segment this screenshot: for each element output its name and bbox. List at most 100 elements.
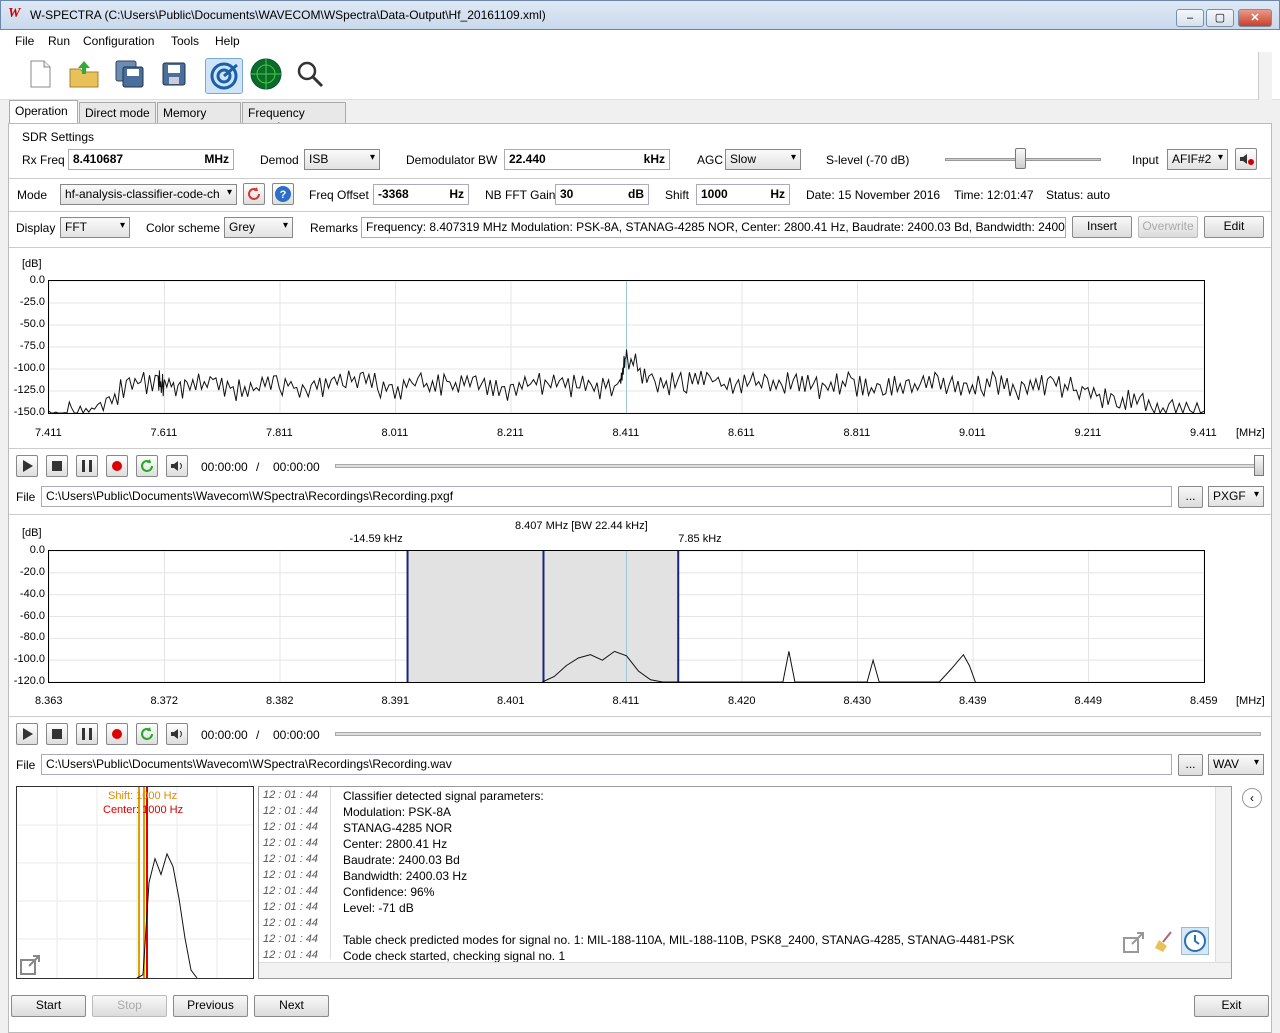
minimize-button[interactable]: – <box>1176 9 1204 27</box>
exit-button[interactable]: Exit <box>1194 995 1269 1017</box>
freq-offset-field[interactable]: -3368 Hz <box>373 184 469 205</box>
log-message: Level: -71 dB <box>343 901 414 915</box>
popout-icon[interactable] <box>19 954 41 979</box>
player1-file-path[interactable]: C:\Users\Public\Documents\Wavecom\WSpect… <box>41 486 1172 507</box>
player2-format-select[interactable]: WAV <box>1208 754 1264 775</box>
loop-icon[interactable] <box>136 455 158 477</box>
player1-browse-button[interactable]: ... <box>1178 486 1203 508</box>
color-scheme-select[interactable]: Grey <box>224 217 293 238</box>
wideband-spectrum-plot[interactable] <box>48 280 1205 414</box>
band-right-edge-label: 7.85 kHz <box>678 533 722 545</box>
input-label: Input <box>1132 153 1159 167</box>
timestamp-clock-icon[interactable] <box>1181 927 1209 955</box>
narrowband-spectrum-plot[interactable] <box>48 550 1205 683</box>
toolbar-scrollbar[interactable] <box>1258 52 1272 100</box>
stop-icon[interactable] <box>46 723 68 745</box>
overwrite-button[interactable]: Overwrite <box>1138 216 1198 238</box>
y-tick-label: -60.0 <box>19 609 45 622</box>
collapse-chevron-left-icon[interactable]: ‹ <box>1242 788 1262 808</box>
maximize-button[interactable]: ▢ <box>1206 9 1234 27</box>
log-timestamp: 12 : 01 : 44 <box>263 869 319 881</box>
menu-file[interactable]: File <box>15 34 34 48</box>
help-icon[interactable]: ? <box>272 183 294 205</box>
time-text: Time: 12:01:47 <box>954 188 1034 202</box>
player2-file-path[interactable]: C:\Users\Public\Documents\Wavecom\WSpect… <box>41 754 1172 775</box>
pause-icon[interactable] <box>76 455 98 477</box>
wideband-spectrum-svg <box>49 281 1204 413</box>
remarks-label: Remarks <box>310 221 359 235</box>
y-tick-label: 0.0 <box>29 544 45 556</box>
player1-seek-slider[interactable] <box>1254 455 1264 476</box>
radar-scope-icon[interactable] <box>250 58 282 90</box>
save-icon[interactable] <box>158 58 190 90</box>
refresh-icon[interactable] <box>243 183 265 205</box>
remarks-field[interactable]: Frequency: 8.407319 MHz Modulation: PSK-… <box>361 217 1066 238</box>
menu-configuration[interactable]: Configuration <box>83 34 154 48</box>
log-vertical-scrollbar[interactable] <box>1215 787 1231 963</box>
log-message: STANAG-4285 NOR <box>343 821 453 835</box>
stop-icon[interactable] <box>46 455 68 477</box>
start-button[interactable]: Start <box>11 995 86 1017</box>
log-message: Baudrate: 2400.03 Bd <box>343 853 460 867</box>
narrow-x-axis-label: [MHz] <box>1236 695 1265 707</box>
player1-total: 00:00:00 <box>273 460 320 474</box>
player2-browse-button[interactable]: ... <box>1178 754 1203 776</box>
y-tick-label: -50.0 <box>19 318 45 330</box>
record-icon[interactable] <box>106 455 128 477</box>
clear-broom-icon[interactable] <box>1153 930 1177 957</box>
stop-button[interactable]: Stop <box>92 995 167 1017</box>
log-message: Code check started, checking signal no. … <box>343 949 566 963</box>
menu-run[interactable]: Run <box>48 34 70 48</box>
rx-freq-field[interactable]: 8.410687 MHz <box>68 149 234 170</box>
record-icon[interactable] <box>106 723 128 745</box>
input-select[interactable]: AFIF#2 <box>1167 149 1228 170</box>
x-tick-label: 8.459 <box>1190 695 1218 707</box>
s-level-slider[interactable] <box>1014 148 1026 169</box>
export-icon[interactable] <box>1122 930 1146 957</box>
x-tick-label: 7.411 <box>35 427 62 439</box>
pause-icon[interactable] <box>76 723 98 745</box>
search-icon[interactable] <box>294 58 326 90</box>
volume-icon[interactable] <box>166 723 188 745</box>
edit-button[interactable]: Edit <box>1204 216 1264 238</box>
insert-button[interactable]: Insert <box>1072 216 1132 238</box>
x-tick-label: 8.411 <box>612 695 640 707</box>
s-level-label: S-level (-70 dB) <box>826 153 910 167</box>
tab-memory-scan[interactable]: Memory scan <box>157 102 241 134</box>
demod-bw-label: Demodulator BW <box>406 153 498 167</box>
mute-speaker-icon[interactable] <box>1235 148 1257 170</box>
open-folder-icon[interactable] <box>68 58 100 90</box>
demod-bw-field[interactable]: 22.440 kHz <box>504 149 670 170</box>
previous-button[interactable]: Previous <box>173 995 248 1017</box>
log-timestamp: 12 : 01 : 44 <box>263 821 319 833</box>
narrowband-spectrum-svg <box>49 551 1204 682</box>
new-file-icon[interactable] <box>24 58 56 90</box>
menu-tools[interactable]: Tools <box>171 34 199 48</box>
menu-help[interactable]: Help <box>215 34 240 48</box>
log-horizontal-scrollbar[interactable] <box>259 962 1231 978</box>
nb-fft-gain-field[interactable]: 30 dB <box>555 184 649 205</box>
radar-target-icon[interactable] <box>205 58 243 94</box>
agc-select[interactable]: Slow <box>725 149 801 170</box>
shift-field[interactable]: 1000 Hz <box>696 184 790 205</box>
play-icon[interactable] <box>16 723 38 745</box>
loop-icon[interactable] <box>136 723 158 745</box>
next-button[interactable]: Next <box>254 995 329 1017</box>
close-button[interactable]: ✕ <box>1238 9 1272 27</box>
y-tick-label: -25.0 <box>19 296 45 308</box>
demod-select[interactable]: ISB <box>304 149 380 170</box>
tab-direct-mode[interactable]: Direct mode <box>79 102 156 124</box>
x-tick-label: 9.411 <box>1190 427 1217 439</box>
x-tick-label: 8.401 <box>497 695 525 707</box>
display-select[interactable]: FFT <box>60 217 130 238</box>
mode-select[interactable]: hf-analysis-classifier-code-ch <box>60 184 237 205</box>
volume-icon[interactable] <box>166 455 188 477</box>
tab-operation[interactable]: Operation <box>9 100 78 124</box>
tab-frequency-search[interactable]: Frequency search <box>242 102 346 134</box>
app-logo-icon: W <box>8 6 21 21</box>
player1-format-select[interactable]: PXGF <box>1208 486 1264 507</box>
play-icon[interactable] <box>16 455 38 477</box>
save-all-icon[interactable] <box>114 58 146 90</box>
wide-y-axis-label: [dB] <box>22 258 42 270</box>
log-timestamp: 12 : 01 : 44 <box>263 917 319 929</box>
